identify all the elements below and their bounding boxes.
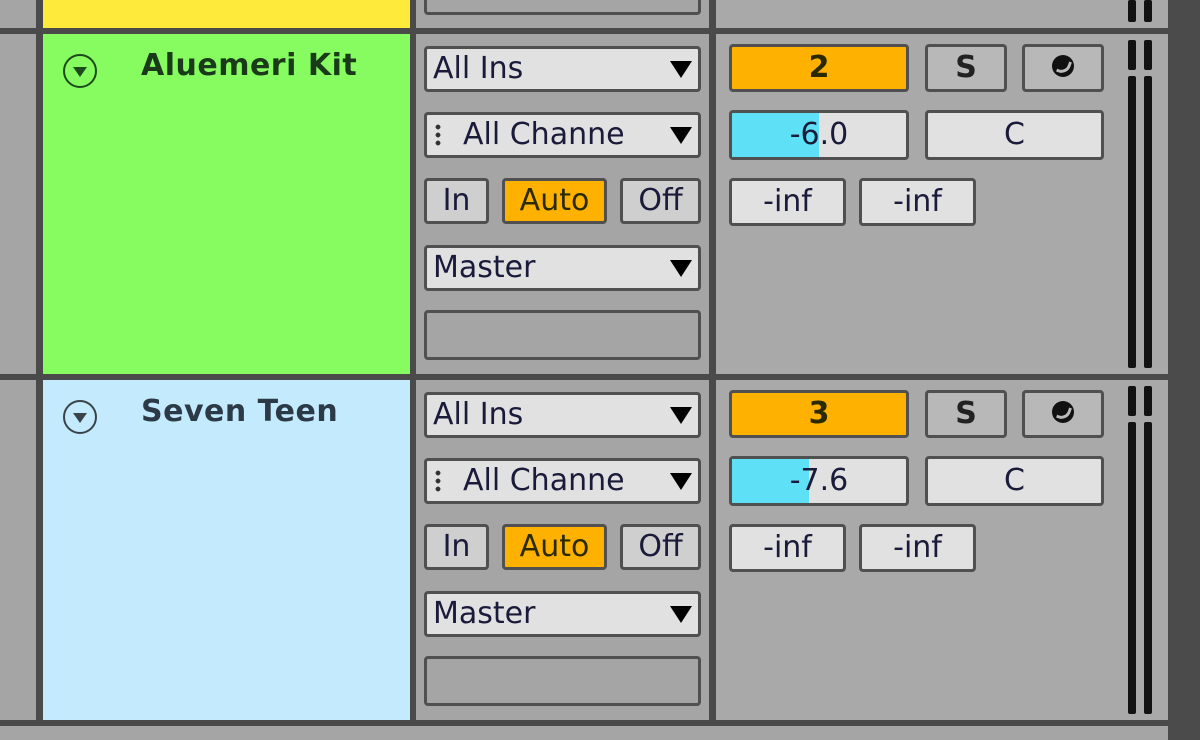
input-channel-value: All Channe bbox=[463, 463, 625, 498]
pan-knob[interactable]: C bbox=[925, 110, 1104, 160]
arm-button[interactable] bbox=[1022, 44, 1104, 92]
send-a-value[interactable]: -inf bbox=[729, 178, 846, 226]
meter-left bbox=[1128, 0, 1136, 22]
meter-left-peak bbox=[1128, 386, 1136, 416]
drag-handle-icon bbox=[435, 123, 441, 147]
meter-left bbox=[1128, 422, 1136, 714]
next-track-area bbox=[36, 726, 1168, 740]
meter-right-peak bbox=[1144, 386, 1152, 416]
meter-right bbox=[1144, 422, 1152, 714]
mixer-section: 2 S -6.0 C -inf -inf bbox=[716, 34, 1168, 374]
chevron-down-icon bbox=[670, 407, 692, 424]
pan-knob[interactable]: C bbox=[925, 456, 1104, 506]
output-value: Master bbox=[433, 250, 536, 285]
input-channel-dropdown[interactable]: All Channe bbox=[424, 458, 701, 504]
track-seven-teen: Seven Teen All Ins All Channe In Auto Of… bbox=[36, 380, 1168, 720]
output-dropdown[interactable]: Master bbox=[424, 245, 701, 291]
send-b-value[interactable]: -inf bbox=[859, 178, 976, 226]
chevron-down-icon bbox=[670, 127, 692, 144]
output-value: Master bbox=[433, 596, 536, 631]
output-channel-slot[interactable] bbox=[424, 656, 701, 706]
monitor-auto-button[interactable]: Auto bbox=[502, 524, 607, 570]
column-divider bbox=[709, 34, 715, 374]
input-type-value: All Ins bbox=[433, 397, 524, 432]
meter-right-peak bbox=[1144, 40, 1152, 70]
io-section: All Ins All Channe In Auto Off Master bbox=[416, 34, 709, 374]
input-type-value: All Ins bbox=[433, 51, 524, 86]
input-channel-value: All Channe bbox=[463, 117, 625, 152]
monitor-off-button[interactable]: Off bbox=[620, 524, 701, 570]
solo-button[interactable]: S bbox=[925, 390, 1007, 438]
monitor-in-button[interactable]: In bbox=[424, 524, 489, 570]
mixer-section: 3 S -7.6 C -inf -inf bbox=[716, 380, 1168, 720]
volume-value: -7.6 bbox=[789, 463, 849, 498]
track-name: Seven Teen bbox=[141, 394, 339, 429]
chevron-down-icon bbox=[670, 606, 692, 623]
track-name: Aluemeri Kit bbox=[141, 48, 358, 83]
chevron-down-icon bbox=[670, 61, 692, 78]
column-divider bbox=[709, 0, 715, 28]
output-dropdown[interactable]: Master bbox=[424, 591, 701, 637]
meter-left-peak bbox=[1128, 40, 1136, 70]
monitor-off-button[interactable]: Off bbox=[620, 178, 701, 224]
fold-triangle-icon[interactable] bbox=[63, 54, 97, 88]
previous-track-mixer bbox=[716, 0, 1168, 28]
send-b-value[interactable]: -inf bbox=[859, 524, 976, 572]
right-edge-strip bbox=[1168, 0, 1200, 740]
input-type-dropdown[interactable]: All Ins bbox=[424, 46, 701, 92]
meter-left bbox=[1128, 76, 1136, 368]
column-divider bbox=[709, 380, 715, 720]
fold-triangle-icon[interactable] bbox=[63, 400, 97, 434]
previous-track bbox=[36, 0, 1168, 28]
input-type-dropdown[interactable]: All Ins bbox=[424, 392, 701, 438]
track-title-bar[interactable]: Seven Teen bbox=[43, 380, 446, 720]
send-a-value[interactable]: -inf bbox=[729, 524, 846, 572]
track-title-bar[interactable]: Aluemeri Kit bbox=[43, 34, 446, 374]
volume-value: -6.0 bbox=[789, 117, 849, 152]
solo-button[interactable]: S bbox=[925, 44, 1007, 92]
track-activator-button[interactable]: 2 bbox=[729, 44, 909, 92]
drag-handle-icon bbox=[435, 469, 441, 493]
chevron-down-icon bbox=[670, 260, 692, 277]
monitor-in-button[interactable]: In bbox=[424, 178, 489, 224]
meter-right bbox=[1144, 76, 1152, 368]
previous-track-slot[interactable] bbox=[424, 0, 701, 15]
track-activator-button[interactable]: 3 bbox=[729, 390, 909, 438]
record-arm-icon bbox=[1052, 400, 1074, 423]
volume-slider[interactable]: -7.6 bbox=[729, 456, 909, 506]
previous-track-color bbox=[43, 0, 446, 28]
previous-track-io bbox=[416, 0, 709, 28]
monitor-auto-button[interactable]: Auto bbox=[502, 178, 607, 224]
input-channel-dropdown[interactable]: All Channe bbox=[424, 112, 701, 158]
io-section: All Ins All Channe In Auto Off Master bbox=[416, 380, 709, 720]
arm-button[interactable] bbox=[1022, 390, 1104, 438]
chevron-down-icon bbox=[670, 473, 692, 490]
left-edge-strip bbox=[0, 0, 36, 740]
track-aluemeri-kit: Aluemeri Kit All Ins All Channe In Auto … bbox=[36, 34, 1168, 374]
record-arm-icon bbox=[1052, 54, 1074, 77]
output-channel-slot[interactable] bbox=[424, 310, 701, 360]
meter-right bbox=[1144, 0, 1152, 22]
volume-slider[interactable]: -6.0 bbox=[729, 110, 909, 160]
